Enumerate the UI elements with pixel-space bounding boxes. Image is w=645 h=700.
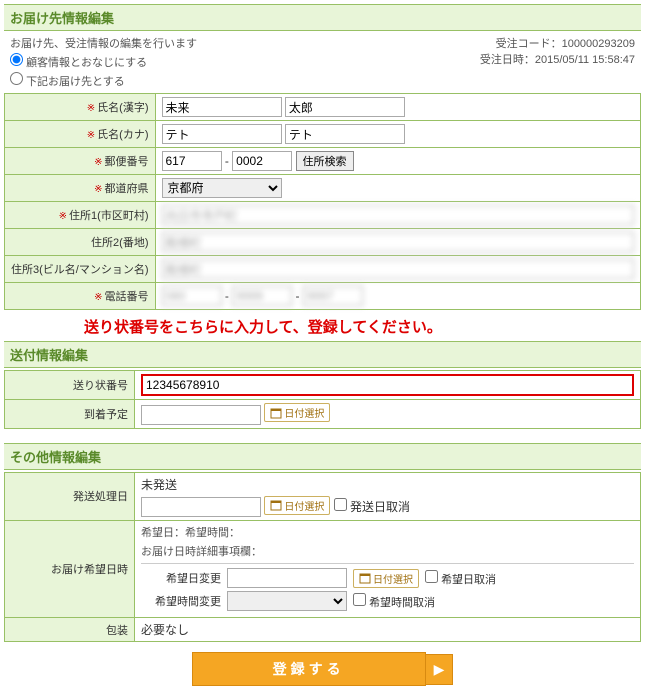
shipping-form: 送り状番号 到着予定 日付選択 (4, 370, 641, 429)
submit-button[interactable]: 登録する▶ (192, 652, 454, 686)
zip1-input[interactable] (162, 151, 222, 171)
tel3-input[interactable] (303, 286, 363, 306)
delivery-intro: お届け先、受注情報の編集を行います (10, 35, 197, 51)
zip-search-button[interactable]: 住所検索 (296, 151, 354, 171)
other-section-title: その他情報編集 (4, 443, 641, 470)
ship-cancel-checkbox[interactable]: 発送日取消 (334, 500, 410, 514)
opt-below-address[interactable]: 下記お届け先とする (10, 72, 197, 89)
delivery-form: ※氏名(漢字) ※氏名(カナ) ※郵便番号 - 住所検索 ※都道府県 京都府 ※… (4, 93, 641, 310)
deliv-note1: 希望日：希望時間： (141, 524, 634, 540)
deliv-time-cancel-checkbox[interactable]: 希望時間取消 (353, 593, 435, 610)
delivery-section-title: お届け先情報編集 (4, 4, 641, 31)
tel2-input[interactable] (232, 286, 292, 306)
deliv-date-button[interactable]: 日付選択 (353, 569, 419, 588)
opt-same-customer[interactable]: 顧客情報とおなじにする (10, 53, 197, 70)
arrival-date-button[interactable]: 日付選択 (264, 403, 330, 422)
arrival-input[interactable] (141, 405, 261, 425)
addr3-input[interactable] (162, 259, 635, 279)
deliv-date-input[interactable] (227, 568, 347, 588)
kana-first-input[interactable] (285, 124, 405, 144)
invoice-input[interactable] (143, 376, 632, 394)
ship-date-input[interactable] (141, 497, 261, 517)
ship-date-button[interactable]: 日付選択 (264, 496, 330, 515)
deliv-time-select[interactable] (227, 591, 347, 611)
arrow-right-icon: ▶ (426, 654, 454, 685)
other-form: 発送処理日 未発送 日付選択 発送日取消 お届け希望日時 希望日：希望時間： お… (4, 472, 641, 643)
tel1-input[interactable] (162, 286, 222, 306)
name-first-input[interactable] (285, 97, 405, 117)
order-meta: 受注コード：100000293209 受注日時：2015/05/11 15:58… (480, 35, 635, 89)
calendar-icon (270, 499, 282, 511)
deliv-date-cancel-checkbox[interactable]: 希望日取消 (425, 570, 496, 587)
invoice-callout: 送り状番号をこちらに入力して、登録してください。 (4, 310, 641, 341)
calendar-icon (359, 572, 371, 584)
kana-last-input[interactable] (162, 124, 282, 144)
addr2-input[interactable] (162, 232, 635, 252)
shipping-section-title: 送付情報編集 (4, 341, 641, 368)
ship-status: 未発送 (141, 476, 634, 493)
addr1-input[interactable] (162, 205, 635, 225)
calendar-icon (270, 407, 282, 419)
wrap-value: 必要なし (135, 618, 641, 642)
zip2-input[interactable] (232, 151, 292, 171)
deliv-note2: お届け日時詳細事項欄： (141, 543, 634, 559)
name-last-input[interactable] (162, 97, 282, 117)
pref-select[interactable]: 京都府 (162, 178, 282, 198)
